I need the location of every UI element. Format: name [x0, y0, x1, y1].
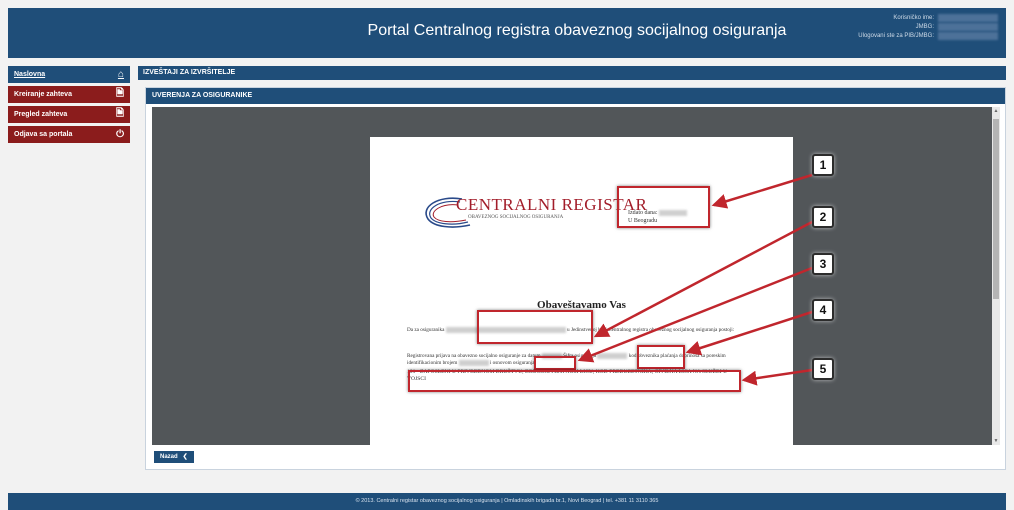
- viewer-scrollbar[interactable]: ▲ ▼: [992, 107, 1000, 445]
- portal-title: Portal Centralnog registra obaveznog soc…: [367, 22, 787, 39]
- jmbg-label: JMBG:: [915, 24, 934, 30]
- certificates-panel: UVERENJA ZA OSIGURANIKE CENTRALNI REGIST…: [145, 87, 1006, 470]
- scroll-thumb[interactable]: [993, 119, 999, 299]
- pdf-viewer[interactable]: CENTRALNI REGISTAR OBAVEZNOG SOCIJALNOG …: [152, 107, 992, 445]
- document-icon: 🗎: [115, 108, 124, 119]
- annotation-box-1: [617, 186, 710, 228]
- p2-start: Registrovana prijava na obavezno socijal…: [407, 353, 541, 360]
- annotation-label-4: 4: [812, 299, 834, 321]
- scroll-down-icon[interactable]: ▼: [992, 438, 1000, 444]
- sidebar-item-home[interactable]: Naslovna ⌂: [8, 66, 130, 83]
- sidebar-item-create-request[interactable]: Kreiranje zahteva 🗎: [8, 86, 130, 103]
- annotation-box-4: [637, 345, 685, 369]
- sidebar-item-label: Naslovna: [14, 71, 46, 78]
- annotation-label-1: 1: [812, 154, 834, 176]
- redacted-value: [938, 14, 998, 22]
- logo-subtitle: OBAVEZNOG SOCIJALNOG OSIGURANJA: [468, 215, 564, 220]
- annotation-box-5: [408, 370, 741, 392]
- registry-logo: CENTRALNI REGISTAR OBAVEZNOG SOCIJALNOG …: [418, 193, 647, 233]
- p2-end: i osnovom osiguranja:: [489, 360, 536, 367]
- redacted-value: [458, 360, 489, 367]
- user-info: Korisničko ime: JMBG: Ulogovani ste za P…: [858, 14, 998, 41]
- document-page: CENTRALNI REGISTAR OBAVEZNOG SOCIJALNOG …: [370, 137, 793, 445]
- sidebar-item-label: Pregled zahteva: [14, 111, 68, 118]
- sidebar-item-logout[interactable]: Odjava sa portala ⏻: [8, 126, 130, 143]
- back-button-label: Nazad: [160, 454, 178, 460]
- document-icon: 🗎: [115, 88, 124, 99]
- redacted-value: [938, 23, 998, 31]
- power-icon: ⏻: [116, 129, 124, 140]
- sidebar-item-review-requests[interactable]: Pregled zahteva 🗎: [8, 106, 130, 123]
- username-label: Korisničko ime:: [893, 15, 934, 21]
- annotation-label-2: 2: [812, 206, 834, 228]
- sidebar: Naslovna ⌂ Kreiranje zahteva 🗎 Pregled z…: [8, 66, 130, 146]
- annotation-label-3: 3: [812, 253, 834, 275]
- footer: © 2013. Centralni registar obaveznog soc…: [8, 493, 1006, 510]
- home-icon: ⌂: [117, 69, 124, 80]
- scroll-up-icon[interactable]: ▲: [992, 108, 1000, 114]
- back-button[interactable]: Nazad ❮: [154, 451, 194, 463]
- sidebar-item-label: Kreiranje zahteva: [14, 91, 72, 98]
- top-header: Portal Centralnog registra obaveznog soc…: [8, 8, 1006, 58]
- section-title: IZVEŠTAJI ZA IZVRŠITELJE: [138, 66, 1006, 80]
- annotation-box-3: [534, 356, 576, 370]
- sidebar-item-label: Odjava sa portala: [14, 131, 73, 138]
- annotation-box-2: [477, 310, 593, 344]
- pib-label: Ulogovani ste za PIB/JMBG:: [858, 33, 934, 39]
- arrow-left-icon: ❮: [182, 454, 188, 460]
- paragraph-registration: Registrovana prijava na obavezno socijal…: [407, 353, 747, 367]
- redacted-value: [938, 32, 998, 40]
- p1-start: Da za osiguranika: [407, 327, 445, 334]
- redacted-value: [597, 353, 628, 359]
- annotation-label-5: 5: [812, 358, 834, 380]
- panel-title: UVERENJA ZA OSIGURANIKE: [146, 88, 1005, 104]
